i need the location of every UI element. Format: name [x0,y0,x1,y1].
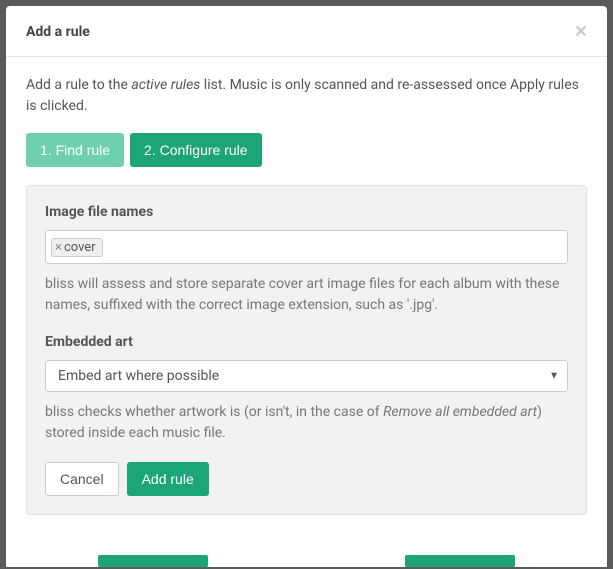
tag-cover[interactable]: × cover [51,238,103,257]
add-rule-modal: Add a rule × Add a rule to the active ru… [6,6,607,567]
image-file-names-help: bliss will assess and store separate cov… [45,274,568,316]
configure-panel: Image file names × cover bliss will asse… [26,185,587,515]
embedded-help-pre: bliss checks whether artwork is (or isn'… [45,404,383,420]
wizard-steps: 1. Find rule 2. Configure rule [26,133,587,167]
close-icon[interactable]: × [575,21,587,42]
cancel-button[interactable]: Cancel [45,462,119,496]
embedded-art-select-wrap: Embed art where possible ▼ [45,360,568,392]
embedded-art-help: bliss checks whether artwork is (or isn'… [45,402,568,444]
intro-text: Add a rule to the active rules list. Mus… [26,75,587,117]
step-configure-rule[interactable]: 2. Configure rule [130,133,262,167]
modal-header: Add a rule × [6,6,607,57]
tag-remove-icon[interactable]: × [55,241,62,254]
tag-label: cover [64,240,96,255]
intro-pre: Add a rule to the [26,77,131,93]
image-file-names-input[interactable]: × cover [45,230,568,264]
embedded-help-em: Remove all embedded art [383,404,537,420]
intro-em: active rules [131,77,200,93]
embedded-art-label: Embedded art [45,334,568,350]
modal-title: Add a rule [26,24,90,40]
embedded-art-select[interactable]: Embed art where possible [45,360,568,392]
step-find-rule[interactable]: 1. Find rule [26,133,124,167]
image-file-names-label: Image file names [45,204,568,220]
add-rule-button[interactable]: Add rule [127,462,209,496]
action-row: Cancel Add rule [45,462,568,496]
modal-body: Add a rule to the active rules list. Mus… [6,57,607,535]
